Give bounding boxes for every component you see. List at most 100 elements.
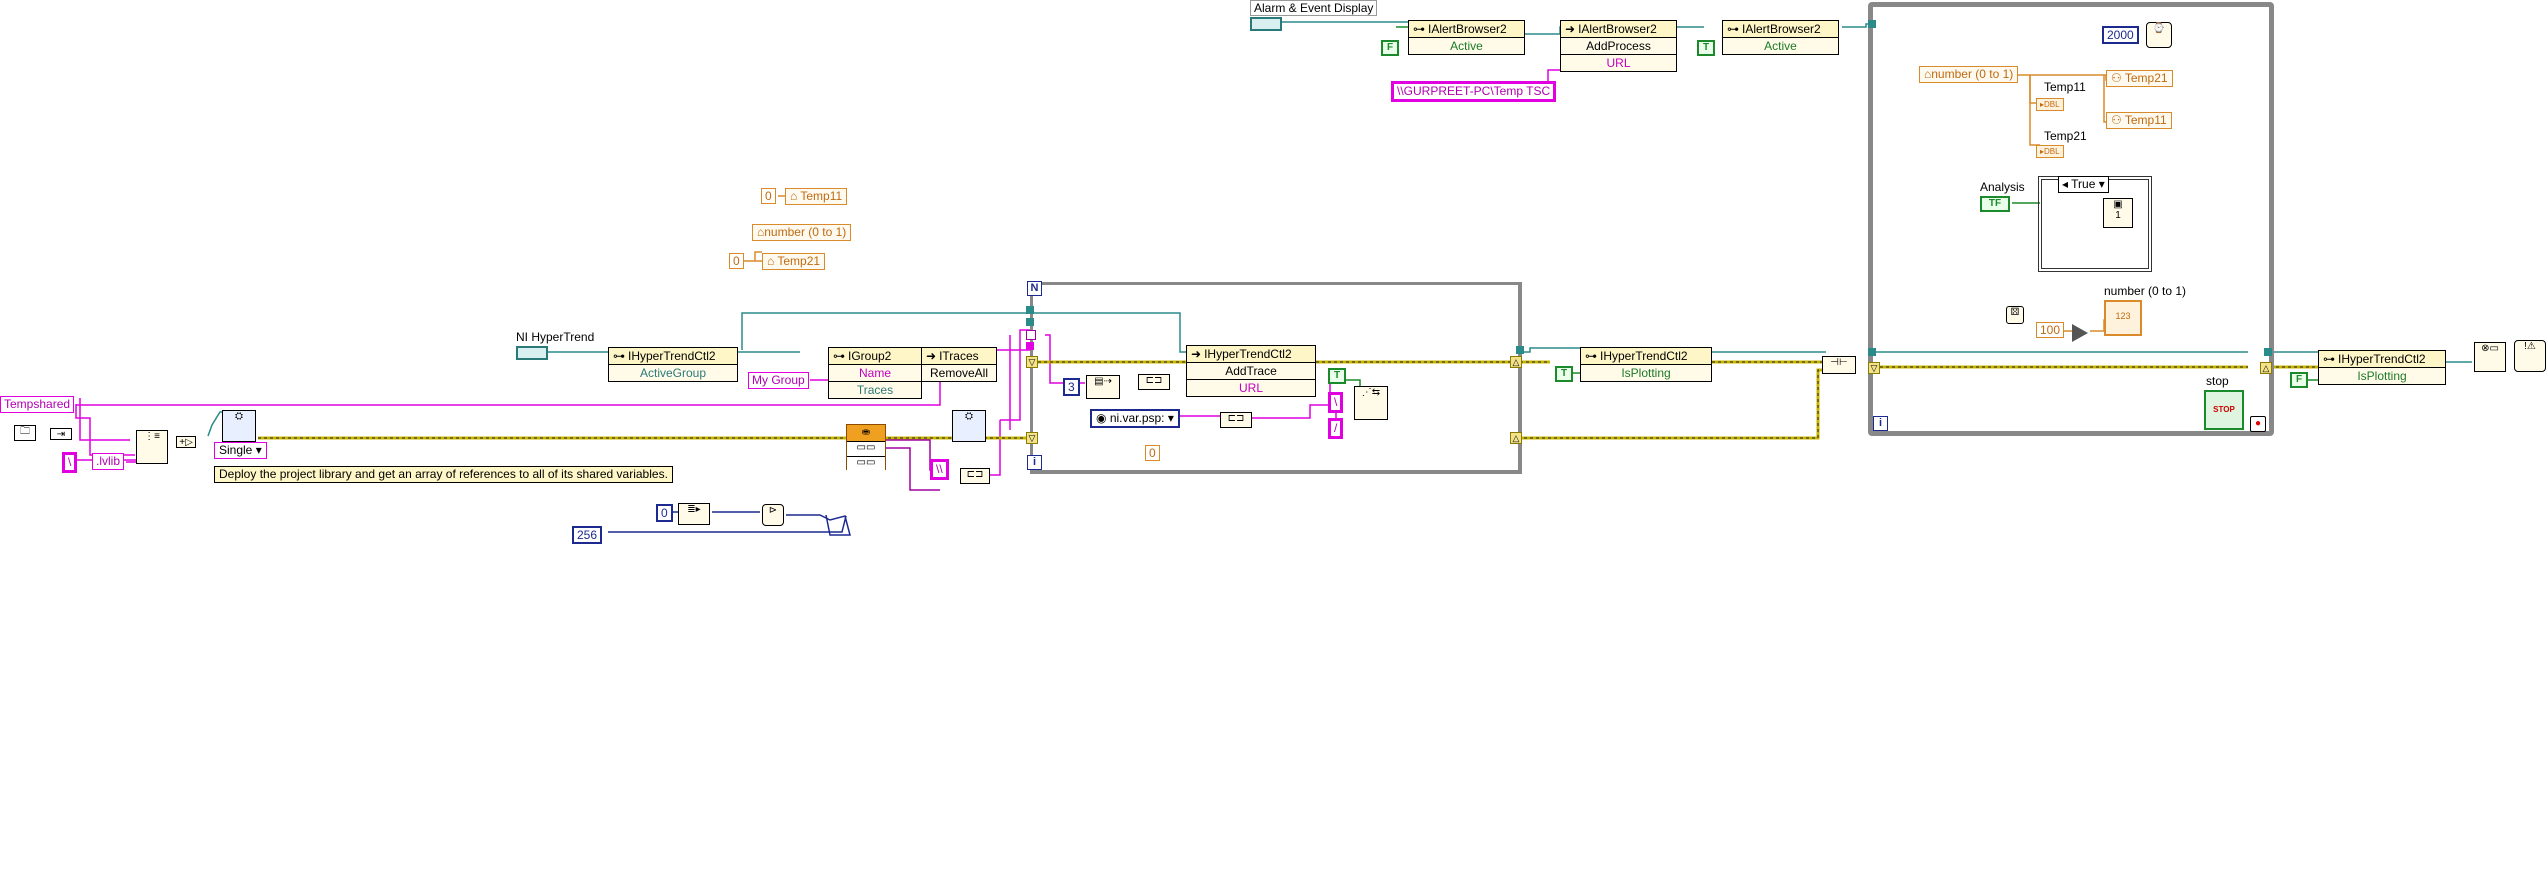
for-loop-count-terminal[interactable]: N bbox=[1027, 281, 1042, 296]
index-array-icon: ▤⇢ bbox=[1086, 375, 1120, 399]
build-path-icon: +▷ bbox=[176, 436, 196, 448]
alarm-event-display-label: Alarm & Event Display bbox=[1250, 0, 1378, 16]
activegroup-property: ActiveGroup bbox=[639, 366, 707, 380]
temp21-loop-local[interactable]: ⚇ Temp21 bbox=[2106, 70, 2173, 87]
ihypertrendctl2-activegroup-node[interactable]: ⊶ IHyperTrendCtl2 ActiveGroup bbox=[608, 347, 738, 382]
concatenate-strings-icon: ⋮≡ bbox=[136, 430, 168, 464]
backslash-constant[interactable]: \ bbox=[62, 452, 78, 473]
active-property: Active bbox=[1450, 39, 1483, 53]
temp11-init-constant[interactable]: 0 bbox=[761, 188, 776, 204]
concat-icon-3: ⊏⊐ bbox=[1138, 374, 1170, 390]
igroup2-property-node[interactable]: ⊶ IGroup2 Name Traces bbox=[828, 347, 922, 399]
itraces-invoke-node[interactable]: ➜ ITraces RemoveAll bbox=[921, 347, 997, 382]
property-node-icon: ⊶ bbox=[1727, 22, 1739, 36]
num-100-constant[interactable]: 100 bbox=[2036, 322, 2065, 338]
property-node-icon: ⊶ bbox=[613, 349, 625, 363]
alarm-event-display-terminal[interactable] bbox=[1250, 17, 1282, 31]
ihypertrendctl2-isplotting-node-1[interactable]: ⊶ IHyperTrendCtl2 IsPlotting bbox=[1580, 347, 1712, 382]
stop-button-icon[interactable]: STOP bbox=[2204, 390, 2244, 430]
while-shift-register-right: △ bbox=[2260, 362, 2272, 374]
number-0-to-1-local-variable[interactable]: ⌂number (0 to 1) bbox=[752, 224, 852, 241]
zero-integer-constant[interactable]: 0 bbox=[656, 504, 673, 522]
ialertbrowser2-property-node-1[interactable]: ⊶ IAlertBrowser2 Active bbox=[1408, 20, 1525, 55]
isplotting-property-2: IsPlotting bbox=[2357, 369, 2407, 383]
error-shift-register-right: △ bbox=[1510, 432, 1522, 444]
boolean-constant-false-2[interactable]: F bbox=[2290, 372, 2308, 388]
analysis-boolean-terminal[interactable]: TF bbox=[1980, 196, 2010, 212]
slash-constant-a[interactable]: \ bbox=[1328, 392, 1344, 413]
random-number-icon: ⚄ bbox=[2006, 306, 2024, 324]
temp21-init-constant[interactable]: 0 bbox=[729, 253, 744, 269]
property-node-icon: ⊶ bbox=[1413, 22, 1425, 36]
boolean-constant-true-3[interactable]: T bbox=[1555, 366, 1573, 382]
analysis-label: Analysis bbox=[1980, 180, 2025, 194]
error-shift-register-left: ▽ bbox=[1026, 432, 1038, 444]
num-3-constant[interactable]: 3 bbox=[1063, 378, 1080, 396]
my-group-constant[interactable]: My Group bbox=[748, 372, 809, 389]
merge-errors-icon: ⊣⊢ bbox=[1822, 356, 1856, 374]
gurpreet-path-constant[interactable]: \\GURPREET-PC\Temp TSC bbox=[1391, 81, 1557, 102]
multiply-icon bbox=[2072, 324, 2088, 342]
for-loop-iteration-terminal: i bbox=[1027, 455, 1042, 470]
invoke-node-icon: ➜ bbox=[1565, 22, 1576, 36]
double-backslash-constant[interactable]: \\ bbox=[930, 459, 949, 480]
ni-var-psp-constant[interactable]: ◉ ni.var.psp: ▾ bbox=[1090, 409, 1180, 428]
close-reference-icon: ⊗▭ bbox=[2474, 342, 2506, 372]
case-selector-true[interactable]: ◂ True ▾ bbox=[2058, 176, 2109, 193]
loop-tunnel-magenta-2 bbox=[1026, 342, 1034, 350]
while-loop-tunnel-top bbox=[1868, 20, 1876, 28]
while-shift-register-left: ▽ bbox=[1868, 362, 1880, 374]
invoke-node-icon: ➜ bbox=[926, 349, 937, 363]
folder-path-icon: 🗀 bbox=[14, 425, 36, 441]
for-loop-right-tunnel bbox=[1516, 346, 1524, 354]
num-2000-constant[interactable]: 2000 bbox=[2102, 26, 2139, 44]
wait-ms-icon: ⌚ bbox=[2146, 22, 2172, 48]
while-loop-tunnel-right bbox=[2264, 348, 2272, 356]
subvi-in-case-icon: ▣ 1 bbox=[2103, 198, 2133, 228]
for-loop-shift-register-right: △ bbox=[1510, 356, 1522, 368]
concat-icon-4: ⊏⊐ bbox=[1220, 412, 1252, 428]
ni-hypertrend-terminal[interactable] bbox=[516, 346, 548, 360]
temp11-label: Temp11 bbox=[2044, 80, 2086, 94]
boolean-constant-true-2[interactable]: T bbox=[1328, 368, 1346, 384]
stop-label: stop bbox=[2206, 374, 2229, 388]
ihypertrendctl2-isplotting-node-2[interactable]: ⊶ IHyperTrendCtl2 IsPlotting bbox=[2318, 350, 2446, 385]
url-argument: URL bbox=[1561, 54, 1676, 71]
boolean-constant-false[interactable]: F bbox=[1381, 40, 1399, 56]
num-256-constant[interactable]: 256 bbox=[572, 526, 603, 544]
deploy-library-icon[interactable]: ⛭ bbox=[222, 410, 256, 442]
number-0-to-1-loop-local[interactable]: ⌂number (0 to 1) bbox=[1919, 66, 2019, 83]
invoke-node-icon: ➜ bbox=[1191, 347, 1202, 361]
temp11-loop-local[interactable]: ⚇ Temp11 bbox=[2106, 112, 2172, 129]
boolean-constant-true[interactable]: T bbox=[1697, 40, 1715, 56]
slash-constant-b[interactable]: / bbox=[1328, 418, 1344, 439]
for-loop-shift-register-left: ▽ bbox=[1026, 356, 1038, 368]
while-loop-iteration-terminal: i bbox=[1873, 416, 1888, 431]
loop-tunnel-teal-2 bbox=[1026, 318, 1034, 326]
single-enum-constant[interactable]: Single ▾ bbox=[214, 442, 267, 459]
number-0-to-1-label: number (0 to 1) bbox=[2104, 284, 2187, 298]
error-handler-icon: !⚠ bbox=[2514, 340, 2546, 372]
loop-condition-terminal[interactable]: ● bbox=[2250, 416, 2266, 432]
tempshared-constant[interactable]: Tempshared bbox=[0, 396, 75, 413]
temp11-local-variable[interactable]: ⌂ Temp11 bbox=[785, 188, 848, 205]
temp11-dbl-terminal: ▸DBL bbox=[2036, 98, 2064, 111]
property-node-icon: ⊶ bbox=[833, 349, 845, 363]
lvlib-constant[interactable]: .lvlib bbox=[92, 453, 125, 470]
addtrace-method: AddTrace bbox=[1225, 364, 1277, 378]
ihypertrendctl2-addtrace-node[interactable]: ➜ IHyperTrendCtl2 AddTrace URL bbox=[1186, 345, 1316, 397]
ialertbrowser2-property-node-2[interactable]: ⊶ IAlertBrowser2 Active bbox=[1722, 20, 1839, 55]
temp21-dbl-terminal: ▸DBL bbox=[2036, 145, 2064, 158]
zero-orange-constant[interactable]: 0 bbox=[1145, 445, 1160, 461]
name-property: Name bbox=[858, 366, 891, 380]
concatenate-icon-2: ⊏⊐ bbox=[960, 468, 990, 484]
ialertbrowser2-invoke-node[interactable]: ➜ IAlertBrowser2 AddProcess URL bbox=[1560, 20, 1677, 72]
shared-variable-node-icon[interactable]: ⛂ ▭▭ ▭▭ bbox=[846, 424, 886, 471]
temp21-label: Temp21 bbox=[2044, 129, 2087, 143]
temp21-local-variable[interactable]: ⌂ Temp21 bbox=[762, 253, 826, 270]
open-variable-connection-icon[interactable]: ⛭ bbox=[952, 410, 986, 442]
addprocess-method: AddProcess bbox=[1586, 39, 1651, 53]
loop-tunnel-magenta-1 bbox=[1026, 330, 1036, 340]
active-property-2: Active bbox=[1764, 39, 1797, 53]
removeall-method: RemoveAll bbox=[929, 366, 989, 380]
